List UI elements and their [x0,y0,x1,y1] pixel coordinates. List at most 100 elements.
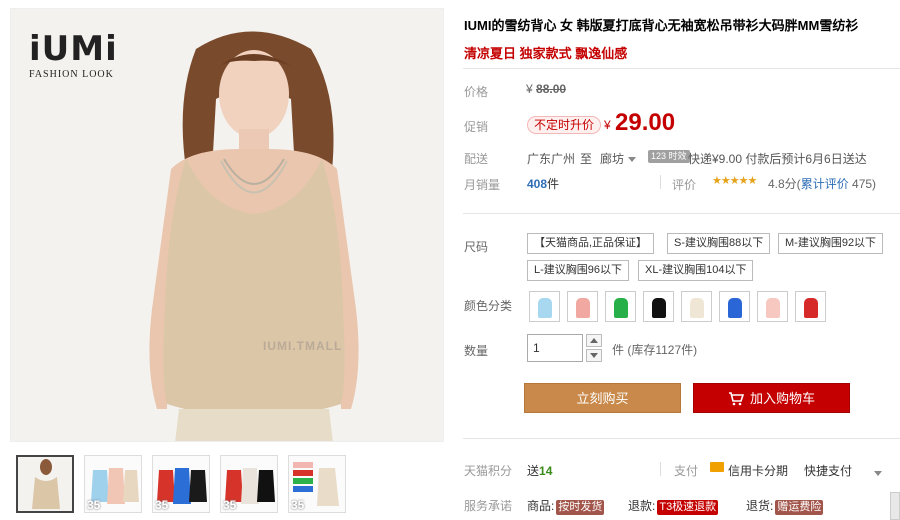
product-subtitle: 清凉夏日 独家款式 飘逸仙感 [464,46,628,61]
quantity-input[interactable] [527,334,583,362]
thumbnail-badge: 35 [155,498,169,512]
thumbnail-1[interactable] [16,455,74,513]
original-price: ¥ 88.00 [526,82,566,96]
payment-label: 支付 [674,464,699,478]
price-label: 价格 [464,85,489,99]
swatch-fill [538,298,552,318]
quantity-increase-button[interactable] [586,334,602,347]
color-swatch-2[interactable] [567,291,598,322]
cart-icon [728,392,744,406]
promo-tag: 不定时升价 [527,116,602,134]
installment-option[interactable]: 信用卡分期 [728,462,788,479]
rating-count: 475) [848,177,877,191]
currency-symbol: ¥ [604,118,611,132]
service-label: 服务承诺 [464,499,513,513]
points-number: 14 [539,464,553,478]
size-option-guarantee[interactable]: 【天猫商品,正品保证】 [527,233,655,254]
service-badge: 赠运费险 [775,500,824,515]
points-prefix: 送 [527,464,540,478]
service-prefix: 退款: [628,499,656,513]
monthly-sales-count: 408 [527,177,548,191]
thumbnail-5[interactable]: 35 [288,455,346,513]
rating-stars-icon: ★★★★★ [712,175,757,187]
size-label: 尺码 [464,240,489,254]
monthly-sales-unit: 件 [547,177,560,191]
add-to-cart-button[interactable]: 加入购物车 [693,383,850,413]
swatch-fill [576,298,590,318]
monthly-sales: 408件 [527,175,559,192]
thumbnail-badge: 35 [223,498,237,512]
color-swatch-1[interactable] [529,291,560,322]
color-swatch-5[interactable] [681,291,712,322]
points-label: 天猫积分 [464,464,513,478]
swatch-fill [804,298,818,318]
rating-summary: 4.8分(累计评价 475) [768,175,876,192]
color-swatch-7[interactable] [757,291,788,322]
divider [463,438,900,439]
color-swatch-3[interactable] [605,291,636,322]
current-price: 29.00 [615,109,676,136]
quantity-label: 数量 [464,344,489,358]
service-return-insurance: 退货: 赠运费险 [746,497,824,515]
rating-link[interactable]: 累计评价 [801,177,849,191]
ship-to-word: 至 [580,152,593,166]
buy-now-button[interactable]: 立刻购买 [524,383,681,413]
service-badge: 按时发货 [556,500,605,515]
stock-text: 件 (库存1127件) [612,343,698,357]
quick-pay-option[interactable]: 快捷支付 [804,462,852,479]
thumbnail-strip: 35 35 35 35 [10,452,444,514]
thumbnail-image [18,457,72,511]
ship-destination-select[interactable]: 廊坊 [600,150,637,167]
swatch-fill [690,298,704,318]
rating-score: 4.8分( [768,177,801,191]
size-option-s[interactable]: S-建议胸围88以下 [667,233,771,254]
product-title: IUMI的雪纺背心 女 韩版夏打底背心无袖宽松吊带衫大码胖MM雪纺衫 [464,18,859,33]
shipping-label: 配送 [464,152,489,166]
color-swatch-4[interactable] [643,291,674,322]
ship-from: 广东广州 [527,152,576,166]
chevron-down-icon [628,157,637,163]
shipping-fee-text: 快递¥9.00 付款后预计6月6日送达 [688,152,867,166]
color-swatch-8[interactable] [795,291,826,322]
size-option-m[interactable]: M-建议胸围92以下 [778,233,884,254]
rating-label: 评价 [672,178,697,192]
divider [463,213,900,214]
payment-dropdown[interactable] [870,466,882,480]
scrollbar-thumb[interactable] [890,492,900,520]
swatch-fill [766,298,780,318]
thumbnail-4[interactable]: 35 [220,455,278,513]
thumbnail-badge: 35 [291,498,305,512]
thumbnail-badge: 35 [87,498,101,512]
swatch-fill [614,298,628,318]
brand-logo: iUMi FASHION LOOK [29,31,118,80]
swatch-fill [652,298,666,318]
color-label: 颜色分类 [464,299,513,313]
image-watermark: IUMI.TMALL [263,339,343,353]
service-prefix: 商品: [527,499,555,513]
service-fast-refund: 退款: T3极速退款 [628,497,719,515]
vertical-divider [660,175,661,189]
vertical-divider [660,462,661,476]
chevron-down-icon [874,471,882,477]
points-value: 送14 [527,462,552,479]
size-option-l[interactable]: L-建议胸围96以下 [527,260,630,281]
delivery-time-badge: 123 时效 [648,150,690,163]
service-prefix: 退货: [746,499,774,513]
credit-card-icon [710,462,724,472]
service-ship-on-time: 商品: 按时发货 [527,497,605,515]
original-price-value: 88.00 [536,82,567,96]
monthly-sales-label: 月销量 [464,178,501,192]
divider [463,68,900,69]
thumbnail-3[interactable]: 35 [152,455,210,513]
color-swatch-6[interactable] [719,291,750,322]
service-badge: T3极速退款 [657,500,719,515]
brand-tagline: FASHION LOOK [29,69,114,80]
main-product-image[interactable]: iUMi FASHION LOOK IUMI.TMALL [10,8,444,442]
thumbnail-2[interactable]: 35 [84,455,142,513]
promo-label: 促销 [464,120,489,134]
size-option-xl[interactable]: XL-建议胸围104以下 [638,260,754,281]
quantity-decrease-button[interactable] [586,349,602,362]
currency-symbol: ¥ [526,82,533,96]
brand-name: iUMi [29,29,118,69]
swatch-fill [728,298,742,318]
